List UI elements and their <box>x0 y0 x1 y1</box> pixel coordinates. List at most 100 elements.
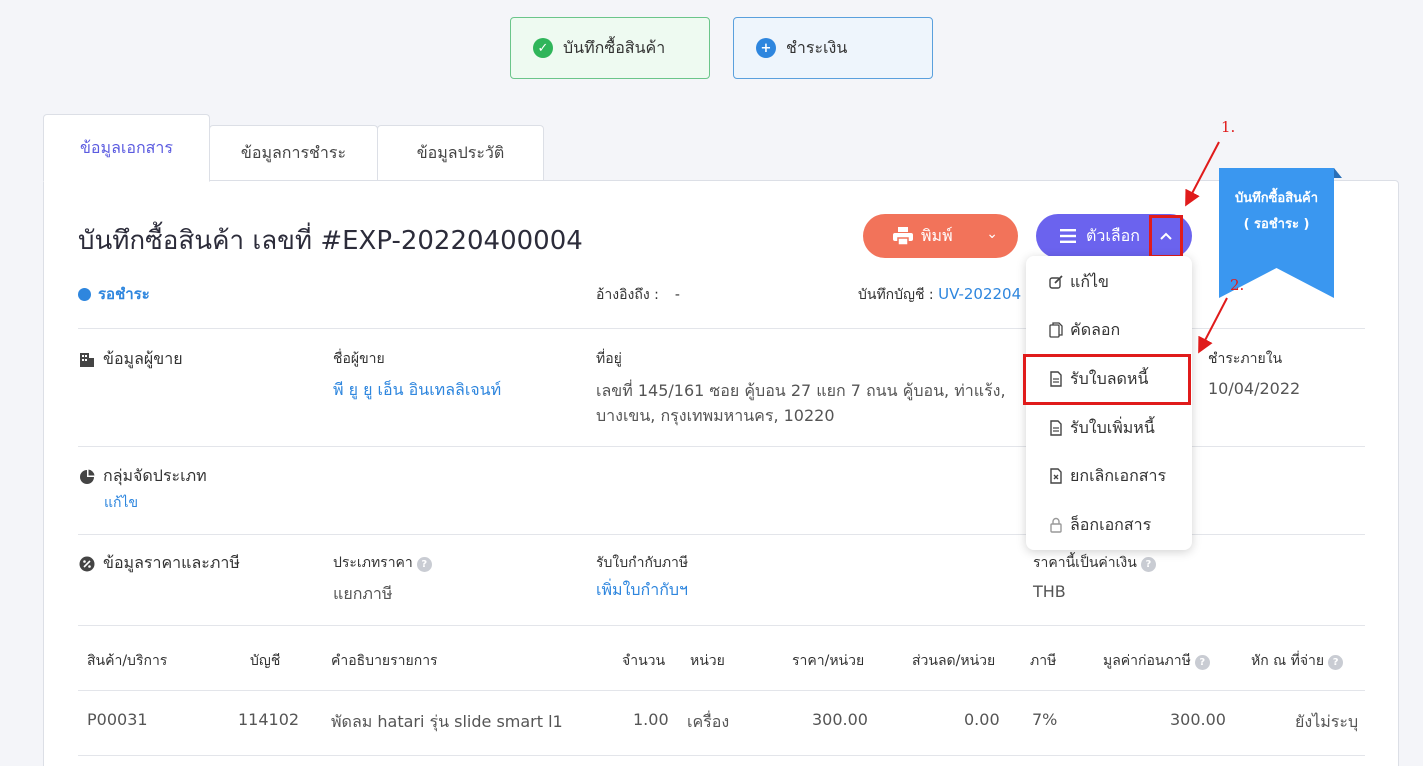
column-header-withholding: หัก ณ ที่จ่าย? <box>1251 650 1344 672</box>
price-type-label-text: ประเภทราคา <box>333 555 413 571</box>
category-edit-link[interactable]: แก้ไข <box>104 492 138 514</box>
column-header: ภาษี <box>1030 653 1057 669</box>
menu-item-label: รับใบเพิ่มหนี้ <box>1070 417 1155 437</box>
reference-label: อ้างอิงถึง : <box>596 287 659 303</box>
help-icon[interactable]: ? <box>1328 655 1344 670</box>
column-header: หน่วย <box>690 653 725 669</box>
table-cell-unit-price: 300.00 <box>812 710 868 729</box>
edit-icon <box>1048 274 1064 290</box>
tax-invoice-label: รับใบกำกับภาษี <box>596 555 689 571</box>
highlight-box-options-toggle <box>1149 215 1183 258</box>
ribbon-fold <box>1334 168 1342 178</box>
hamburger-icon <box>1060 229 1076 243</box>
currency-label: ราคานี้เป็นค่าเงิน? <box>1033 552 1156 574</box>
divider <box>78 690 1365 691</box>
percent-badge-icon <box>78 555 95 572</box>
menu-item-lock-document[interactable]: ล็อกเอกสาร <box>1026 502 1192 548</box>
pay-label: ชำระเงิน <box>786 37 848 57</box>
column-header: ส่วนลด/หน่วย <box>912 653 996 669</box>
page-title: บันทึกซื้อสินค้า เลขที่ #EXP-20220400004 <box>78 226 583 256</box>
tab-label: ข้อมูลประวัติ <box>416 143 505 162</box>
price-type-label: ประเภทราคา? <box>333 552 432 574</box>
table-cell-tax: 7% <box>1032 710 1058 729</box>
table-cell-unit: เครื่อง <box>687 712 730 731</box>
building-icon <box>78 351 95 368</box>
pie-chart-icon <box>78 468 95 485</box>
plus-circle-icon: + <box>756 38 776 58</box>
currency-label-text: ราคานี้เป็นค่าเงิน <box>1033 555 1137 571</box>
add-tax-invoice-link[interactable]: เพิ่มใบกำกับฯ <box>596 578 688 603</box>
status-badge: รอชำระ <box>78 282 150 306</box>
tab-document-info[interactable]: ข้อมูลเอกสาร <box>43 114 210 182</box>
column-header-text: มูลค่าก่อนภาษี <box>1103 653 1191 669</box>
menu-item-cancel-document[interactable]: ยกเลิกเอกสาร <box>1026 453 1192 499</box>
column-header: สินค้า/บริการ <box>87 653 168 669</box>
table-cell-withholding: ยังไม่ระบุ <box>1295 712 1359 731</box>
address-label: ที่อยู่ <box>596 351 622 367</box>
pay-button[interactable]: + ชำระเงิน <box>733 17 933 79</box>
menu-item-label: แก้ไข <box>1070 271 1109 291</box>
ribbon-line-2: ( รอชำระ ) <box>1243 217 1310 232</box>
lock-icon <box>1048 517 1064 533</box>
column-header-text: หัก ณ ที่จ่าย <box>1251 653 1325 669</box>
price-type-value: แยกภาษี <box>333 584 393 603</box>
help-icon[interactable]: ? <box>416 557 432 572</box>
printer-icon <box>893 227 913 245</box>
options-label: ตัวเลือก <box>1086 225 1140 245</box>
annotation-step-2: 2. <box>1230 276 1245 294</box>
address-line-2: บางเขน, กรุงเทพมหานคร, 10220 <box>596 406 835 425</box>
menu-item-label: คัดลอก <box>1070 319 1121 339</box>
section-label: กลุ่มจัดประเภท <box>103 466 207 485</box>
highlight-box-credit-note <box>1023 354 1191 405</box>
due-label: ชำระภายใน <box>1208 351 1283 367</box>
category-section-title: กลุ่มจัดประเภท <box>78 464 207 489</box>
menu-item-copy[interactable]: คัดลอก <box>1026 307 1192 353</box>
address-line-1: เลขที่ 145/161 ซอย คู้บอน 27 แยก 7 ถนน ค… <box>596 381 1006 400</box>
account-label: บันทึกบัญชี : <box>858 287 934 303</box>
tab-payment-info[interactable]: ข้อมูลการชำระ <box>209 125 378 181</box>
chevron-down-icon[interactable]: ⌄ <box>986 226 998 242</box>
menu-item-receive-debit-note[interactable]: รับใบเพิ่มหนี้ <box>1026 405 1192 451</box>
currency-value: THB <box>1033 582 1066 601</box>
annotation-step-1: 1. <box>1221 118 1236 136</box>
section-label: ข้อมูลราคาและภาษี <box>103 553 240 572</box>
column-header: ราคา/หน่วย <box>792 653 865 669</box>
table-cell-discount: 0.00 <box>964 710 1000 729</box>
pricing-section-title: ข้อมูลราคาและภาษี <box>78 551 240 576</box>
ribbon-text: บันทึกซื้อสินค้า ( รอชำระ ) <box>1219 186 1334 238</box>
seller-name-link[interactable]: พี ยู ยู เอ็น อินเทลลิเจนท์ <box>333 378 501 403</box>
document-icon <box>1048 420 1064 436</box>
print-label: พิมพ์ <box>921 225 953 245</box>
tab-label: ข้อมูลการชำระ <box>240 143 347 162</box>
cancel-document-icon <box>1048 468 1064 484</box>
reference: อ้างอิงถึง :- <box>596 284 680 306</box>
ribbon-line-1: บันทึกซื้อสินค้า <box>1234 191 1319 206</box>
column-header-pretax: มูลค่าก่อนภาษี? <box>1103 650 1210 672</box>
tab-label: ข้อมูลเอกสาร <box>79 137 173 157</box>
table-cell-pretax-value: 300.00 <box>1170 710 1226 729</box>
table-cell-quantity: 1.00 <box>633 710 669 729</box>
save-purchase-button[interactable]: ✓ บันทึกซื้อสินค้า <box>510 17 710 79</box>
column-header: คำอธิบายรายการ <box>331 653 438 669</box>
divider <box>78 755 1365 756</box>
column-header: จำนวน <box>622 653 666 669</box>
tab-history-info[interactable]: ข้อมูลประวัติ <box>377 125 544 181</box>
account-link[interactable]: UV-202204 <box>938 285 1021 303</box>
print-button[interactable]: พิมพ์ ⌄ <box>863 214 1018 258</box>
copy-icon <box>1048 322 1064 338</box>
table-cell-account: 114102 <box>238 710 300 729</box>
status-text: รอชำระ <box>98 285 150 303</box>
column-header: บัญชี <box>250 653 281 669</box>
menu-item-label: ยกเลิกเอกสาร <box>1070 465 1167 485</box>
check-circle-icon: ✓ <box>533 38 553 58</box>
save-purchase-label: บันทึกซื้อสินค้า <box>563 37 666 57</box>
seller-name-label: ชื่อผู้ขาย <box>333 351 385 367</box>
help-icon[interactable]: ? <box>1194 655 1210 670</box>
menu-item-edit[interactable]: แก้ไข <box>1026 259 1192 305</box>
product-code-link[interactable]: P00031 <box>87 710 148 729</box>
document-card <box>43 180 1399 766</box>
divider <box>78 625 1365 626</box>
help-icon[interactable]: ? <box>1140 557 1156 572</box>
seller-section-title: ข้อมูลผู้ขาย <box>78 347 183 372</box>
table-cell-description: พัดลม hatari รุ่น slide smart l1 <box>331 712 563 731</box>
